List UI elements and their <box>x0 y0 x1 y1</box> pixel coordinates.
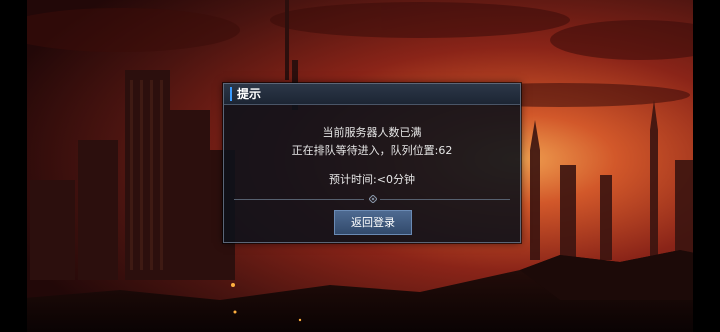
diamond-icon <box>369 195 377 203</box>
back-to-login-button[interactable]: 返回登录 <box>334 210 412 235</box>
divider-right <box>380 199 510 200</box>
estimated-time-message: 预计时间:<0分钟 <box>329 173 415 186</box>
server-full-message: 当前服务器人数已满 <box>322 126 422 139</box>
game-screen: 提示 当前服务器人数已满 正在排队等待进入，队列位置:62 预计时间:<0分钟 … <box>0 0 720 332</box>
header-accent-bar <box>230 87 232 101</box>
queue-position-message: 正在排队等待进入，队列位置:62 <box>291 144 453 157</box>
divider-left <box>234 199 364 200</box>
dialog-header: 提示 <box>224 84 520 105</box>
left-edge-bar <box>0 0 27 332</box>
right-edge-bar <box>693 0 720 332</box>
notice-dialog: 提示 当前服务器人数已满 正在排队等待进入，队列位置:62 预计时间:<0分钟 … <box>223 83 521 243</box>
dialog-title: 提示 <box>237 87 262 101</box>
